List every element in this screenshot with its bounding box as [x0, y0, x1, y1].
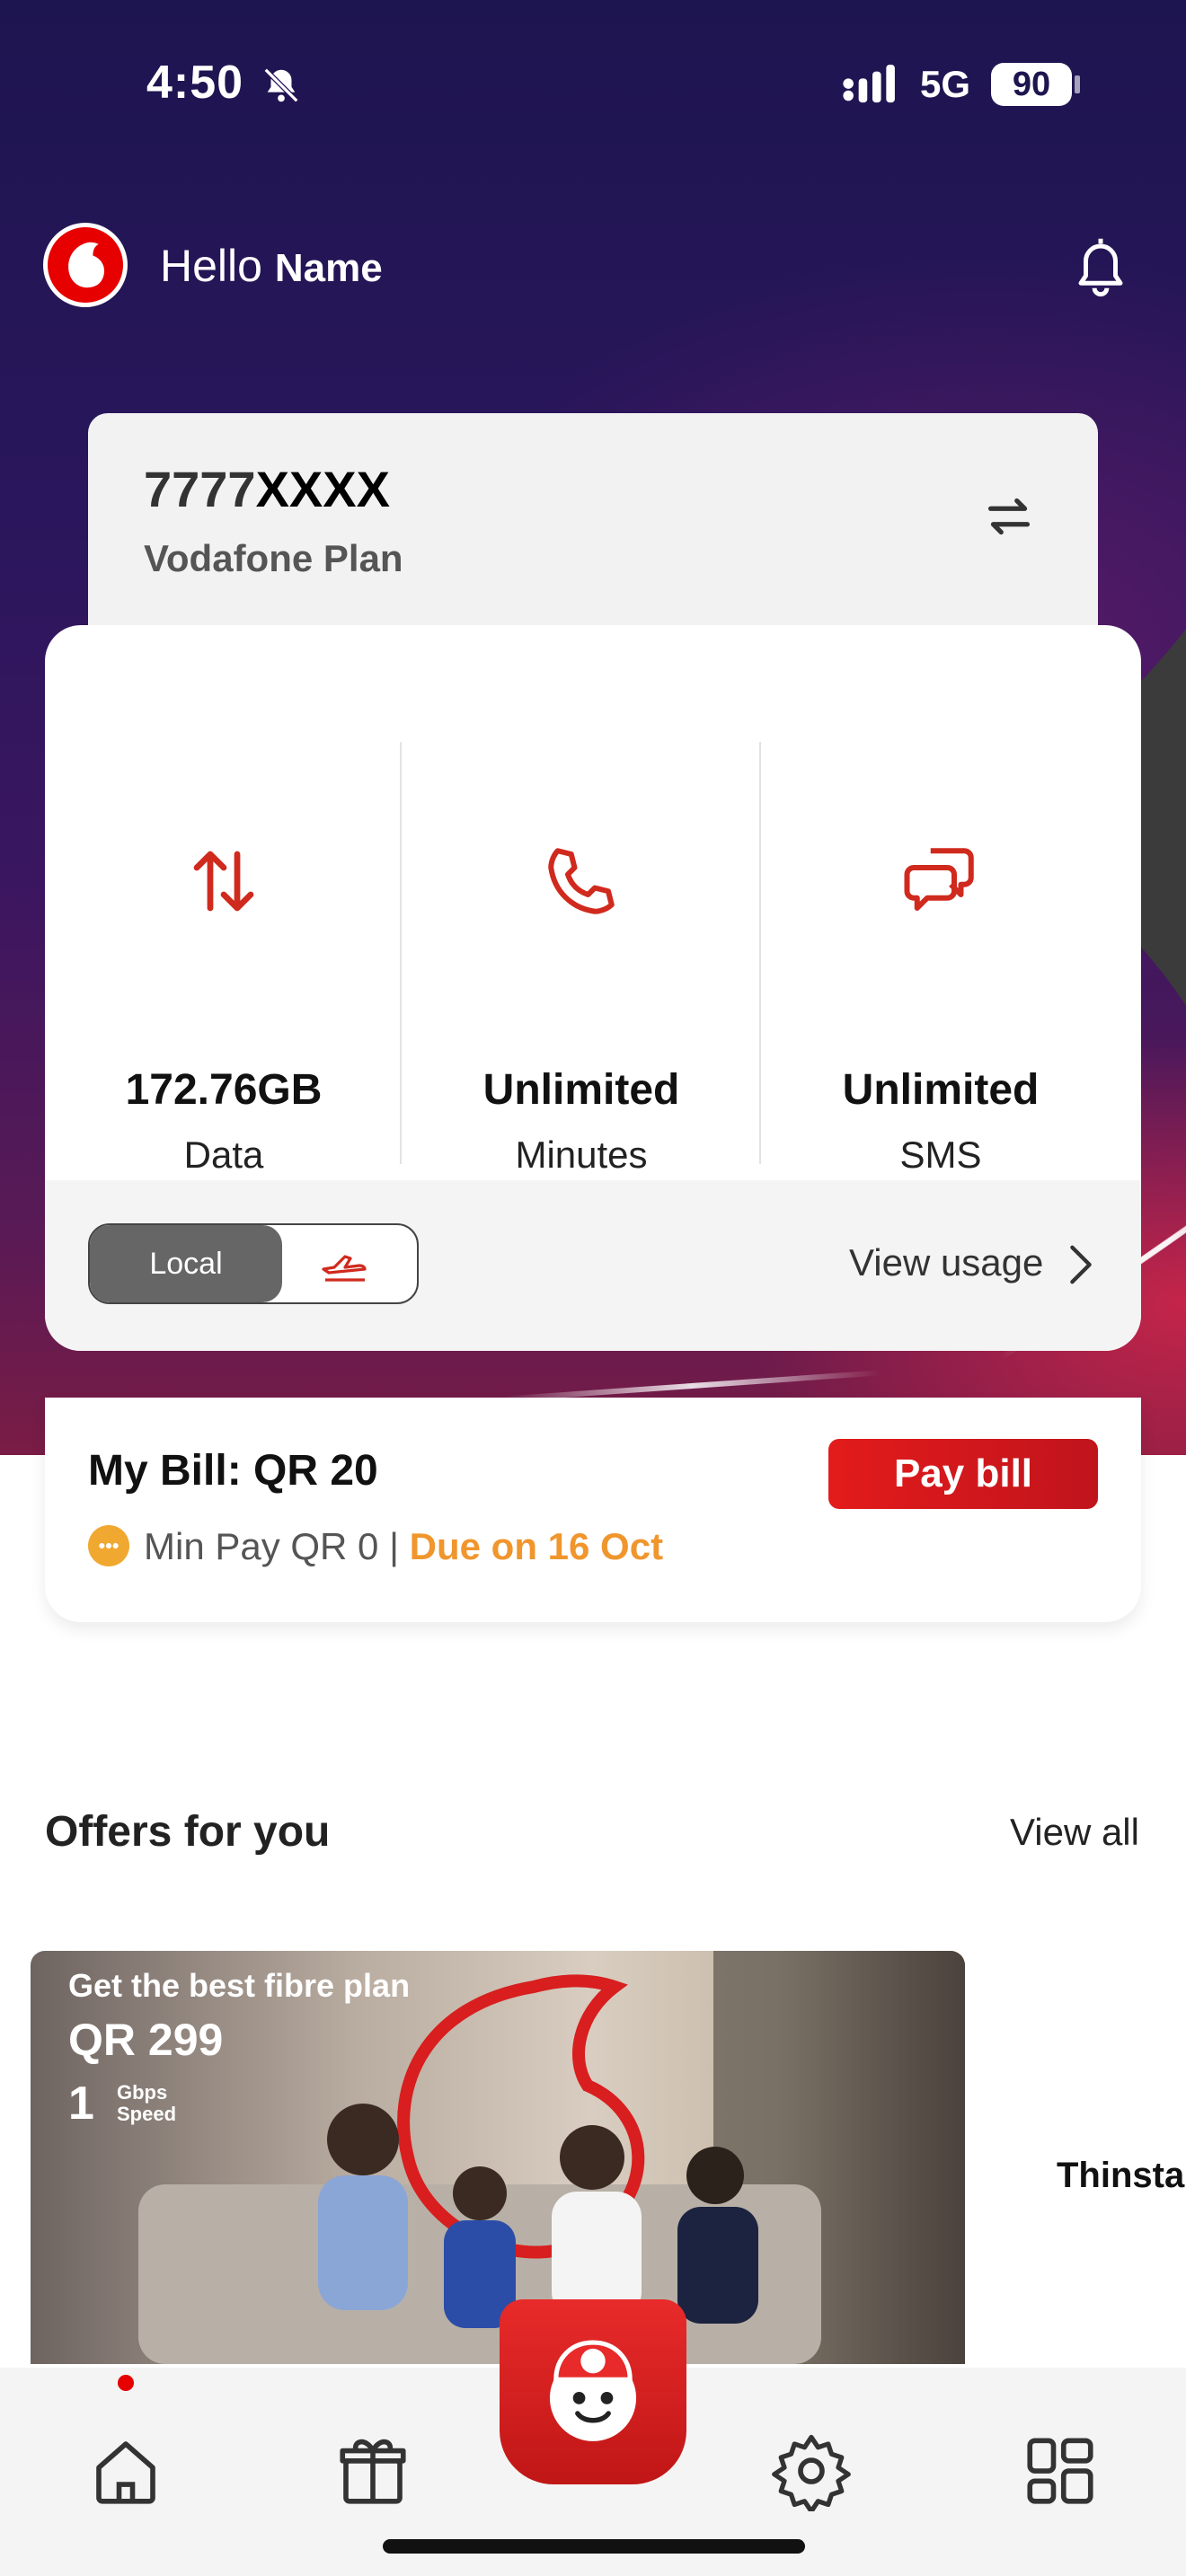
usage-card: 172.76GB Data Unlimited Minutes Unlimite… [45, 625, 1141, 1351]
status-bar: 4:50 5G 90 [0, 0, 1186, 171]
chevron-right-icon[interactable] [1067, 1243, 1094, 1286]
speed-unit-line2: Speed [117, 2103, 177, 2125]
number-masked: XXXX [255, 461, 390, 517]
view-usage-link[interactable]: View usage [849, 1241, 1043, 1284]
phone-icon [548, 848, 615, 914]
plan-name: Vodafone Plan [144, 537, 403, 579]
offer-headline: Get the best fibre plan [68, 1967, 411, 2004]
signal-icon [843, 65, 895, 103]
battery-cap [1075, 75, 1080, 93]
status-time: 4:50 [146, 57, 244, 109]
local-roaming-toggle[interactable]: Local [88, 1223, 419, 1304]
chat-bubbles-icon [904, 848, 974, 911]
battery-indicator: 90 [991, 63, 1072, 106]
speed-unit-line1: Gbps [117, 2081, 168, 2104]
network-type: 5G [920, 63, 971, 105]
switch-account-icon[interactable] [978, 485, 1040, 548]
data-value: 172.76GB [125, 1066, 323, 1114]
bill-details: Min Pay QR 0 | Due on 16 Oct [88, 1524, 664, 1570]
usage-footer: Local View usage [45, 1180, 1141, 1351]
minutes-value: Unlimited [482, 1066, 680, 1114]
due-date: Due on 16 Oct [409, 1525, 664, 1567]
toggle-local[interactable]: Local [90, 1225, 282, 1302]
greeting-text: Hello [160, 241, 262, 291]
offer-speed-value: 1 [68, 2078, 94, 2130]
user-name: Name [274, 246, 383, 290]
usage-data[interactable]: 172.76GB Data [45, 742, 403, 1176]
data-label: Data [183, 1134, 264, 1176]
offer-speed-unit: Gbps Speed [117, 2082, 176, 2125]
min-pay-text: Min Pay QR 0 | [144, 1525, 410, 1567]
offers-heading: Offers for you [45, 1808, 331, 1856]
chat-bubble-icon [88, 1524, 129, 1566]
offer-price: QR 299 [68, 2015, 224, 2065]
offer-card-fibre[interactable]: Get the best fibre plan QR 299 1 Gbps Sp… [31, 1951, 965, 2364]
roaming-plane-icon[interactable] [318, 1243, 372, 1284]
settings-gear-icon[interactable] [771, 2430, 852, 2511]
account-number: 7777XXXX [144, 460, 390, 518]
silent-mode-icon [263, 67, 299, 103]
offer-image [31, 1951, 965, 2364]
pay-bill-button[interactable]: Pay bill [828, 1439, 1098, 1509]
divider [759, 742, 761, 1164]
divider [400, 742, 402, 1164]
sms-label: SMS [899, 1134, 982, 1176]
vodafone-logo [43, 223, 128, 307]
tobi-face-icon [549, 2340, 637, 2441]
data-arrows-icon [193, 851, 254, 912]
gift-icon[interactable] [332, 2430, 413, 2511]
active-tab-indicator [118, 2375, 134, 2391]
notification-bell-icon[interactable] [1071, 234, 1130, 298]
account-card[interactable]: 7777XXXX Vodafone Plan [88, 413, 1098, 647]
view-all-link[interactable]: View all [1010, 1811, 1139, 1854]
greeting: Hello Name [160, 240, 383, 292]
tobi-assistant-button[interactable] [500, 2299, 686, 2484]
bill-amount: My Bill: QR 20 [88, 1447, 378, 1495]
apps-grid-icon[interactable] [1020, 2430, 1101, 2511]
number-prefix: 7777 [144, 461, 256, 517]
sms-value: Unlimited [842, 1066, 1040, 1114]
minutes-label: Minutes [515, 1134, 648, 1176]
offer-card-next[interactable]: Thinsta [1057, 2156, 1184, 2196]
home-icon[interactable] [85, 2430, 166, 2511]
home-indicator [383, 2539, 805, 2554]
usage-minutes[interactable]: Unlimited Minutes [403, 742, 760, 1176]
bill-card: My Bill: QR 20 Pay bill Min Pay QR 0 | D… [45, 1398, 1141, 1622]
usage-sms[interactable]: Unlimited SMS [762, 742, 1120, 1176]
